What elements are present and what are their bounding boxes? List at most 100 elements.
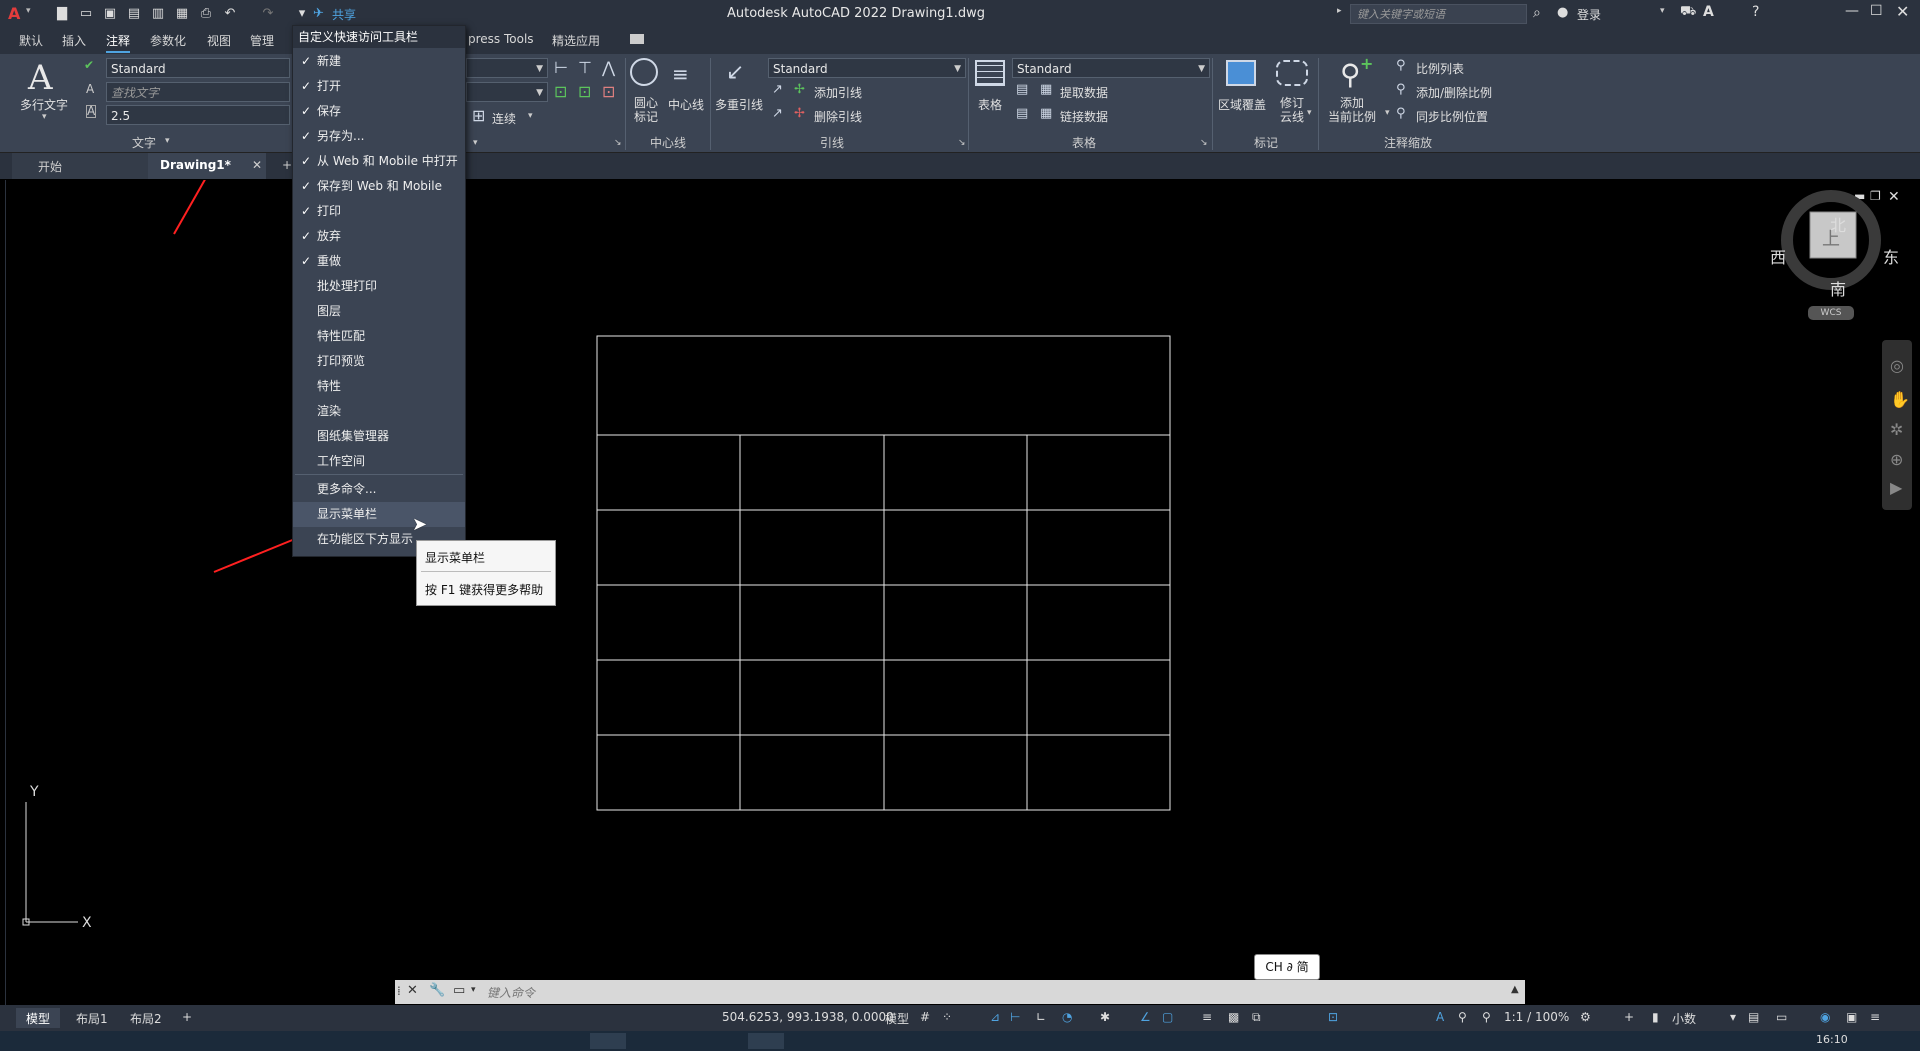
tab-insert[interactable]: 插入 xyxy=(62,32,86,49)
undo-icon[interactable]: ↶ xyxy=(220,4,240,24)
print-icon[interactable]: ⎙ xyxy=(196,4,216,24)
isodraft-icon[interactable]: ✱ xyxy=(1100,1010,1110,1024)
pan-icon[interactable]: ✋ xyxy=(1890,390,1910,409)
cmd-history-icon[interactable]: ▲ xyxy=(1511,984,1519,995)
link-data-grid-icon[interactable]: ▦ xyxy=(1040,106,1052,121)
infer-constraints-icon[interactable]: ⊿ xyxy=(990,1010,1000,1024)
units-icon[interactable]: ▮ xyxy=(1652,1010,1659,1024)
qa-menu-item[interactable]: 批处理打印 xyxy=(293,274,465,299)
table-style-combo[interactable]: Standard ▼ xyxy=(1012,58,1210,78)
tab-manage[interactable]: 管理 xyxy=(250,32,274,49)
app-menu-arrow-icon[interactable]: ▾ xyxy=(26,6,31,16)
ime-indicator[interactable]: CH ∂ 简 xyxy=(1254,954,1320,980)
dim-text-icon[interactable]: ⊤ xyxy=(578,58,592,77)
leader-launcher-icon[interactable]: ↘ xyxy=(958,138,966,148)
table-icon[interactable] xyxy=(975,60,1005,86)
continue-dim-button[interactable]: 连续 xyxy=(492,110,516,127)
units-dropdown-icon[interactable]: ▾ xyxy=(1730,1010,1736,1024)
text-panel-label[interactable]: 文字 xyxy=(132,134,156,151)
annotation-scale-icon[interactable]: ⚲ xyxy=(1482,1010,1491,1024)
spell-check-icon[interactable]: ✔ xyxy=(84,58,94,72)
layout-tab-model[interactable]: 模型 xyxy=(26,1010,50,1027)
polar-icon[interactable]: ◔ xyxy=(1062,1010,1072,1024)
qa-menu-item[interactable]: ✓ 另存为... xyxy=(293,124,465,149)
search-input[interactable]: 键入关键字或短语 xyxy=(1350,4,1527,24)
remove-leader-icon[interactable]: ✢ xyxy=(794,106,805,121)
extract-data-button[interactable]: 提取数据 xyxy=(1060,84,1108,101)
showmotion-icon[interactable]: ▶ xyxy=(1890,478,1902,497)
tab-view[interactable]: 视图 xyxy=(207,32,231,49)
cmd-recent-dropdown-icon[interactable]: ▾ xyxy=(471,985,476,995)
qa-menu-item[interactable]: 图纸集管理器 xyxy=(293,424,465,449)
add-delete-scale-button[interactable]: 添加/删除比例 xyxy=(1416,84,1492,101)
multileader-button[interactable]: 多重引线 xyxy=(715,96,763,113)
web-save-icon[interactable]: ▦ xyxy=(172,4,192,24)
multiline-text-button[interactable]: 多行文字 xyxy=(20,96,68,113)
redo-icon[interactable]: ↷ xyxy=(258,4,278,24)
cmd-grip-icon[interactable]: ⁞ xyxy=(397,984,401,998)
autodesk-a360-icon[interactable]: A xyxy=(1703,4,1714,20)
save-as-icon[interactable]: ▤ xyxy=(124,4,144,24)
web-open-icon[interactable]: ▥ xyxy=(148,4,168,24)
wipeout-icon[interactable] xyxy=(1226,60,1256,86)
add-current-scale-button[interactable]: 添加 当前比例 xyxy=(1328,96,1376,124)
command-input[interactable]: 键入命令 xyxy=(487,984,535,1001)
viewcube-east-label[interactable]: 东 xyxy=(1883,244,1899,268)
qa-menu-item[interactable]: 工作空间 xyxy=(293,449,465,474)
table-launcher-icon[interactable]: ↘ xyxy=(1200,138,1208,148)
customization-icon[interactable]: ≡ xyxy=(1870,1010,1880,1024)
scale-list-icon[interactable]: ⚲ xyxy=(1396,58,1406,73)
qa-menu-item[interactable]: ✓ 重做 xyxy=(293,249,465,274)
continue-dim-icon[interactable]: ⊞ xyxy=(472,106,485,125)
cmd-customize-icon[interactable]: 🔧 xyxy=(429,983,445,998)
save-icon[interactable]: ▣ xyxy=(100,4,120,24)
add-leader-button[interactable]: 添加引线 xyxy=(814,84,862,101)
transparency-icon[interactable]: ▩ xyxy=(1228,1010,1239,1024)
new-tab-icon[interactable]: + xyxy=(282,158,292,172)
leader-align-icon[interactable]: ↗ xyxy=(772,82,783,97)
qa-menu-item[interactable]: ✓ 打开 xyxy=(293,74,465,99)
qa-menu-item[interactable]: ✓ 从 Web 和 Mobile 中打开 xyxy=(293,149,465,174)
tab-express-tools[interactable]: press Tools xyxy=(468,32,534,46)
ortho-icon[interactable]: ∟ xyxy=(1036,1010,1046,1024)
annotation-monitor-icon[interactable]: ⊡ xyxy=(1328,1010,1338,1024)
qa-menu-item[interactable]: 渲染 xyxy=(293,399,465,424)
open-folder-icon[interactable]: ▭ xyxy=(76,4,96,24)
continue-dropdown-icon[interactable]: ▾ xyxy=(528,111,533,121)
object-snap-tracking-icon[interactable]: ∠ xyxy=(1140,1010,1151,1024)
taskbar-app-autocad[interactable] xyxy=(590,1033,626,1049)
qa-menu-item[interactable]: ✓ 打印 xyxy=(293,199,465,224)
dim-launcher-icon[interactable]: ↘ xyxy=(614,138,622,148)
sync-scale-icon[interactable]: ⚲ xyxy=(1396,106,1406,121)
qa-menu-item[interactable]: 特性 xyxy=(293,374,465,399)
coordinates-readout[interactable]: 504.6253, 993.1938, 0.0000 xyxy=(722,1010,894,1024)
tab-default[interactable]: 默认 xyxy=(19,32,43,49)
wcs-menu[interactable]: WCS xyxy=(1808,306,1854,320)
extract-data-icon[interactable]: ▤ xyxy=(1016,82,1028,97)
maximize-icon[interactable]: ☐ xyxy=(1870,3,1883,19)
table-drawing[interactable] xyxy=(596,335,1171,811)
layout-tab-1[interactable]: 布局1 xyxy=(76,1010,108,1027)
help-icon[interactable]: ? xyxy=(1752,4,1759,20)
quick-properties-icon[interactable]: ▤ xyxy=(1748,1010,1759,1024)
dim-inspect-icon[interactable]: ⊡ xyxy=(554,82,567,101)
viewcube-top-label[interactable]: 上 xyxy=(1822,225,1840,251)
steering-wheel-icon[interactable]: ◎ xyxy=(1890,356,1904,375)
search-icon[interactable]: ⌕ xyxy=(1533,5,1541,21)
customize-dropdown-icon[interactable]: ▾ xyxy=(292,4,312,24)
tab-drawing1[interactable]: Drawing1* xyxy=(160,158,231,172)
center-mark-button[interactable]: 圆心 标记 xyxy=(634,96,658,124)
annotation-visibility-icon[interactable]: A xyxy=(1436,1010,1444,1024)
object-snap-icon[interactable]: ▢ xyxy=(1162,1010,1173,1024)
selection-cycling-icon[interactable]: ⧉ xyxy=(1252,1010,1261,1025)
tab-overflow-icon[interactable] xyxy=(630,34,644,44)
auto-scale-icon[interactable]: ⚲ xyxy=(1458,1010,1467,1024)
centerline-icon[interactable]: ≡ xyxy=(672,62,689,86)
tab-annotate[interactable]: 注释 xyxy=(106,32,131,53)
snap-icon[interactable]: ⁘ xyxy=(942,1010,952,1024)
qa-menu-item[interactable]: ✓ 保存 xyxy=(293,99,465,124)
user-icon[interactable]: ● xyxy=(1557,5,1568,20)
grid-icon[interactable]: # xyxy=(920,1010,930,1024)
cmd-close-icon[interactable]: ✕ xyxy=(407,983,418,998)
tab-start[interactable]: 开始 xyxy=(38,158,62,175)
